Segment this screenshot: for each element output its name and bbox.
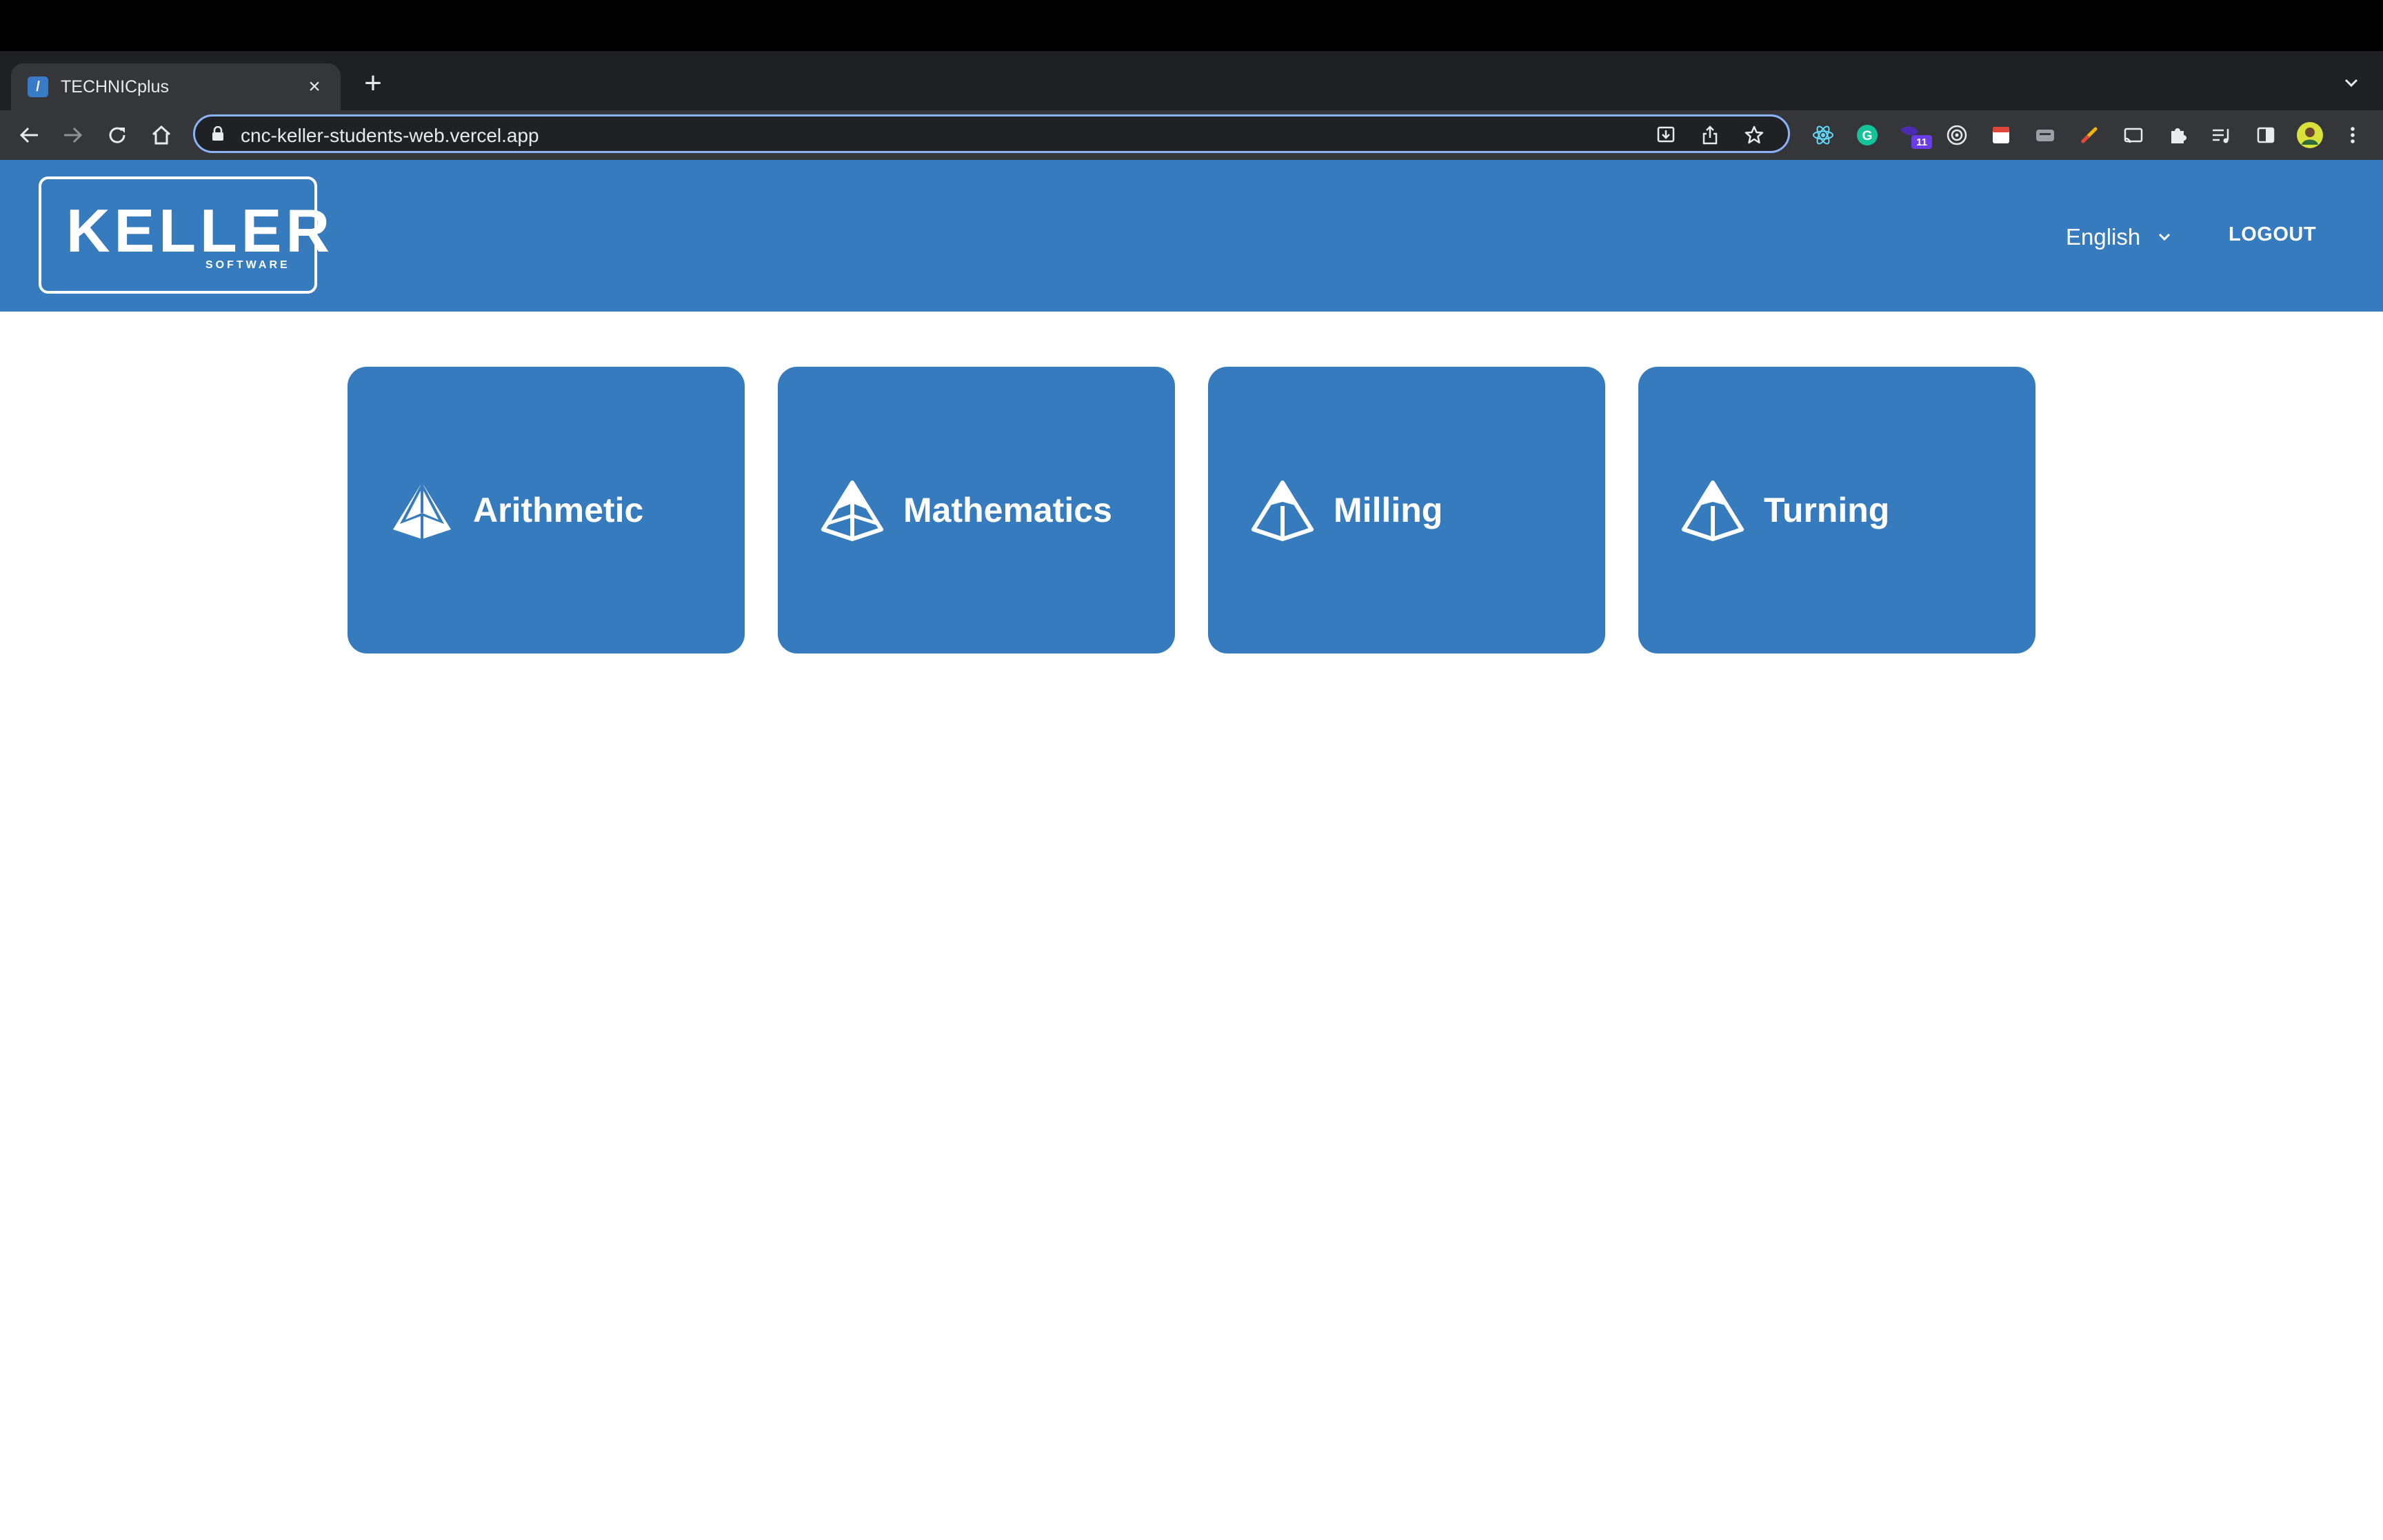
home-icon [152, 125, 171, 145]
language-select[interactable]: English [2066, 222, 2173, 252]
subject-card-milling[interactable]: Milling [1208, 367, 1605, 654]
grammarly-icon[interactable]: G [1853, 121, 1881, 149]
share-icon[interactable] [1698, 123, 1722, 147]
menu-icon[interactable] [2339, 121, 2366, 149]
app-header [0, 160, 2383, 312]
profile-avatar[interactable] [2296, 121, 2324, 149]
forward-button[interactable] [58, 120, 88, 150]
pyramid-icon [1251, 480, 1314, 541]
bookmark-star-icon[interactable] [1742, 123, 1766, 147]
tab-title: TECHNICplus [61, 77, 169, 97]
logo-sub-text: SOFTWARE [205, 259, 290, 271]
keyboard-icon[interactable] [2031, 121, 2059, 149]
side-panel-icon[interactable] [2252, 121, 2280, 149]
browser-tab[interactable]: / TECHNICplus × [11, 63, 341, 110]
tab-search-button[interactable] [2337, 69, 2365, 97]
language-selected: English [2066, 224, 2141, 250]
svg-text:11: 11 [1916, 136, 1927, 148]
calendar-icon[interactable] [1987, 121, 2015, 149]
lock-icon[interactable] [210, 126, 225, 141]
os-top-bar [0, 0, 2383, 51]
svg-text:G: G [1862, 129, 1873, 143]
pyramid-icon [821, 480, 883, 541]
target-icon[interactable] [1943, 121, 1971, 149]
pen-icon[interactable] [2075, 121, 2103, 149]
home-button[interactable] [146, 120, 177, 150]
arrow-right-icon [64, 127, 83, 143]
close-icon[interactable]: × [302, 77, 327, 97]
subject-card-label: Mathematics [903, 491, 1112, 529]
subject-card-mathematics[interactable]: Mathematics [778, 367, 1175, 654]
logo-main-text: KELLER [66, 196, 334, 265]
new-tab-button[interactable]: + [356, 66, 390, 101]
extension-badge-icon[interactable]: 11 [1898, 121, 1936, 149]
arrow-left-icon [19, 127, 38, 143]
subject-card-turning[interactable]: Turning [1638, 367, 2035, 654]
address-bar[interactable]: cnc-keller-students-web.vercel.app [193, 114, 1790, 153]
pyramid-icon [393, 483, 451, 539]
react-devtools-icon[interactable] [1809, 121, 1837, 149]
subject-card-label: Arithmetic [473, 491, 644, 529]
chevron-down-icon [2159, 233, 2171, 241]
pyramid-icon [1682, 480, 1744, 541]
logout-button[interactable]: LOGOUT [2229, 223, 2316, 246]
cast-icon[interactable] [2120, 121, 2147, 149]
reload-button[interactable] [102, 120, 132, 150]
chevron-down-icon [2344, 79, 2358, 88]
reload-icon [109, 127, 125, 143]
url-text[interactable]: cnc-keller-students-web.vercel.app [241, 125, 539, 147]
subject-card-label: Turning [1764, 491, 1890, 529]
media-icon[interactable] [2208, 121, 2235, 149]
back-button[interactable] [14, 120, 44, 150]
puzzle-icon[interactable] [2164, 121, 2191, 149]
keller-logo[interactable]: KELLER SOFTWARE [39, 176, 330, 294]
subject-card-grid: Arithmetic Mathematics Milling Turning [348, 367, 2035, 654]
subject-card-arithmetic[interactable]: Arithmetic [348, 367, 745, 654]
install-app-icon[interactable] [1654, 123, 1678, 147]
keller-favicon-icon: / [28, 77, 48, 97]
subject-card-label: Milling [1334, 491, 1443, 529]
